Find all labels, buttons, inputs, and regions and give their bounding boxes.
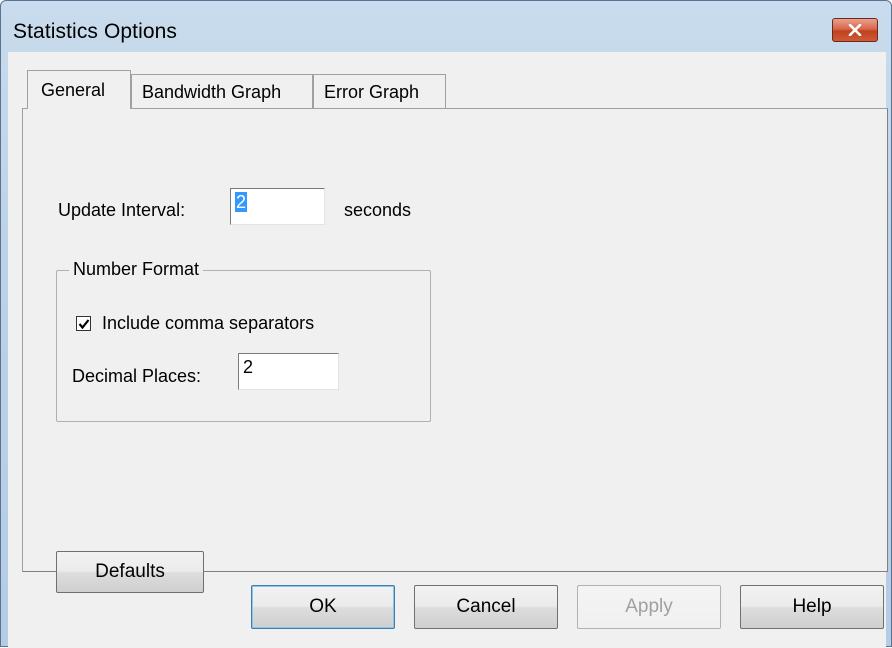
tab-error-graph[interactable]: Error Graph [313,74,446,108]
apply-button-label: Apply [625,596,673,617]
update-interval-input[interactable]: 2 [230,188,325,225]
ok-button-label: OK [309,596,337,617]
decimal-places-label: Decimal Places: [72,366,202,386]
tab-bandwidth-graph[interactable]: Bandwidth Graph [131,74,313,108]
checkmark-icon [78,319,90,330]
decimal-places-input[interactable]: 2 [238,353,339,390]
tab-error-graph-label: Error Graph [324,82,420,102]
statistics-options-window: Statistics Options General Bandwidth Gra… [0,0,892,648]
number-format-legend: Number Format [69,259,204,280]
help-button-label: Help [792,596,832,617]
update-interval-label: Update Interval: [58,200,186,220]
tab-bandwidth-graph-label: Bandwidth Graph [142,82,282,102]
apply-button[interactable]: Apply [577,585,721,629]
window-title: Statistics Options [13,20,178,43]
defaults-button[interactable]: Defaults [56,551,204,593]
ok-button[interactable]: OK [251,585,395,629]
dialog-client-area: General Bandwidth Graph Error Graph Upda… [8,52,888,648]
close-button[interactable] [832,18,878,42]
update-interval-unit: seconds [344,200,412,220]
tab-general-label: General [41,80,106,100]
decimal-places-value: 2 [243,357,254,377]
general-tab-panel: Update Interval: 2 seconds Number Format… [22,108,888,593]
number-format-group: Number Format Include comma separators D… [56,259,431,422]
defaults-button-label: Defaults [95,561,165,582]
tab-general[interactable]: General [27,70,131,109]
cancel-button-label: Cancel [456,596,516,617]
help-button[interactable]: Help [740,585,884,629]
include-commas-label[interactable]: Include comma separators [102,313,314,334]
close-icon [848,24,862,36]
include-commas-checkbox[interactable] [76,316,91,331]
update-interval-value: 2 [235,192,248,212]
title-bar[interactable]: Statistics Options [1,1,891,53]
cancel-button[interactable]: Cancel [414,585,558,629]
